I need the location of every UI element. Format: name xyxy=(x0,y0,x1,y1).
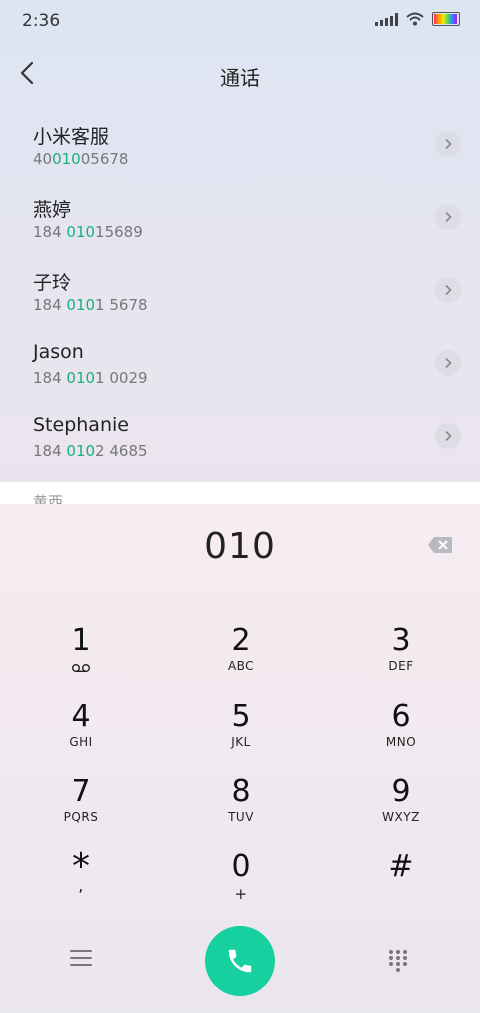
dialpad-panel: 010 1 2 ABC 3 DEF 4 GHI 5 JKL 6 MNO 7 PQ… xyxy=(0,504,480,1013)
backspace-icon xyxy=(428,537,452,553)
dial-key-1[interactable]: 1 xyxy=(21,624,141,694)
contact-number: 4001005678 xyxy=(33,150,129,168)
battery-icon xyxy=(432,12,460,26)
menu-button[interactable] xyxy=(70,950,92,968)
dial-number-display[interactable]: 010 xyxy=(0,526,480,567)
list-item-partial[interactable]: 黄西 xyxy=(0,482,480,504)
dial-key-3[interactable]: 3 DEF xyxy=(341,624,461,694)
header: 通话 xyxy=(0,48,480,100)
call-button[interactable] xyxy=(205,926,275,996)
contact-number: 184 0101 5678 xyxy=(33,296,148,314)
contact-detail-button[interactable] xyxy=(435,131,461,157)
contact-number: 184 0102 4685 xyxy=(33,442,148,460)
dial-key-6[interactable]: 6 MNO xyxy=(341,700,461,770)
dial-key-hash[interactable]: # xyxy=(341,850,461,920)
contact-number: 184 0101 0029 xyxy=(33,369,148,387)
dial-key-9[interactable]: 9 WXYZ xyxy=(341,775,461,845)
backspace-button[interactable] xyxy=(427,536,453,554)
contact-list: 小米客服 4001005678 燕婷 184 01015689 子玲 184 0… xyxy=(0,110,480,480)
chevron-right-icon xyxy=(445,211,452,223)
contact-name: 燕婷 xyxy=(33,199,72,221)
chevron-right-icon xyxy=(445,430,452,442)
contact-detail-button[interactable] xyxy=(435,423,461,449)
voicemail-icon xyxy=(72,664,90,672)
page-title: 通话 xyxy=(220,66,260,90)
dial-key-4[interactable]: 4 GHI xyxy=(21,700,141,770)
contact-name: Stephanie xyxy=(33,414,129,436)
list-item[interactable]: 小米客服 4001005678 xyxy=(0,110,480,183)
contact-name: Jason xyxy=(33,341,84,363)
contact-name: 小米客服 xyxy=(33,126,110,148)
status-icons xyxy=(375,12,460,26)
dial-key-5[interactable]: 5 JKL xyxy=(181,700,301,770)
contact-detail-button[interactable] xyxy=(435,277,461,303)
chevron-right-icon xyxy=(445,357,452,369)
status-bar: 2:36 xyxy=(0,0,480,40)
dialpad-toggle-button[interactable] xyxy=(389,950,409,974)
contact-name: 黄西 xyxy=(33,493,64,504)
contact-name: 子玲 xyxy=(33,272,72,294)
dial-key-star[interactable]: * , xyxy=(21,849,141,920)
phone-icon xyxy=(228,949,252,973)
dial-key-8[interactable]: 8 TUV xyxy=(181,775,301,845)
dial-key-0[interactable]: 0 + xyxy=(181,850,301,920)
signal-icon xyxy=(375,12,398,26)
list-item[interactable]: 燕婷 184 01015689 xyxy=(0,183,480,256)
dial-key-2[interactable]: 2 ABC xyxy=(181,624,301,694)
menu-icon xyxy=(70,950,92,966)
dial-key-7[interactable]: 7 PQRS xyxy=(21,775,141,845)
contact-detail-button[interactable] xyxy=(435,350,461,376)
chevron-right-icon xyxy=(445,138,452,150)
list-item[interactable]: Jason 184 0101 0029 xyxy=(0,329,480,402)
contact-number: 184 01015689 xyxy=(33,223,143,241)
chevron-right-icon xyxy=(445,284,452,296)
wifi-icon xyxy=(406,12,424,26)
list-item[interactable]: 子玲 184 0101 5678 xyxy=(0,256,480,329)
list-item[interactable]: Stephanie 184 0102 4685 xyxy=(0,402,480,475)
status-time: 2:36 xyxy=(22,11,61,31)
contact-detail-button[interactable] xyxy=(435,204,461,230)
